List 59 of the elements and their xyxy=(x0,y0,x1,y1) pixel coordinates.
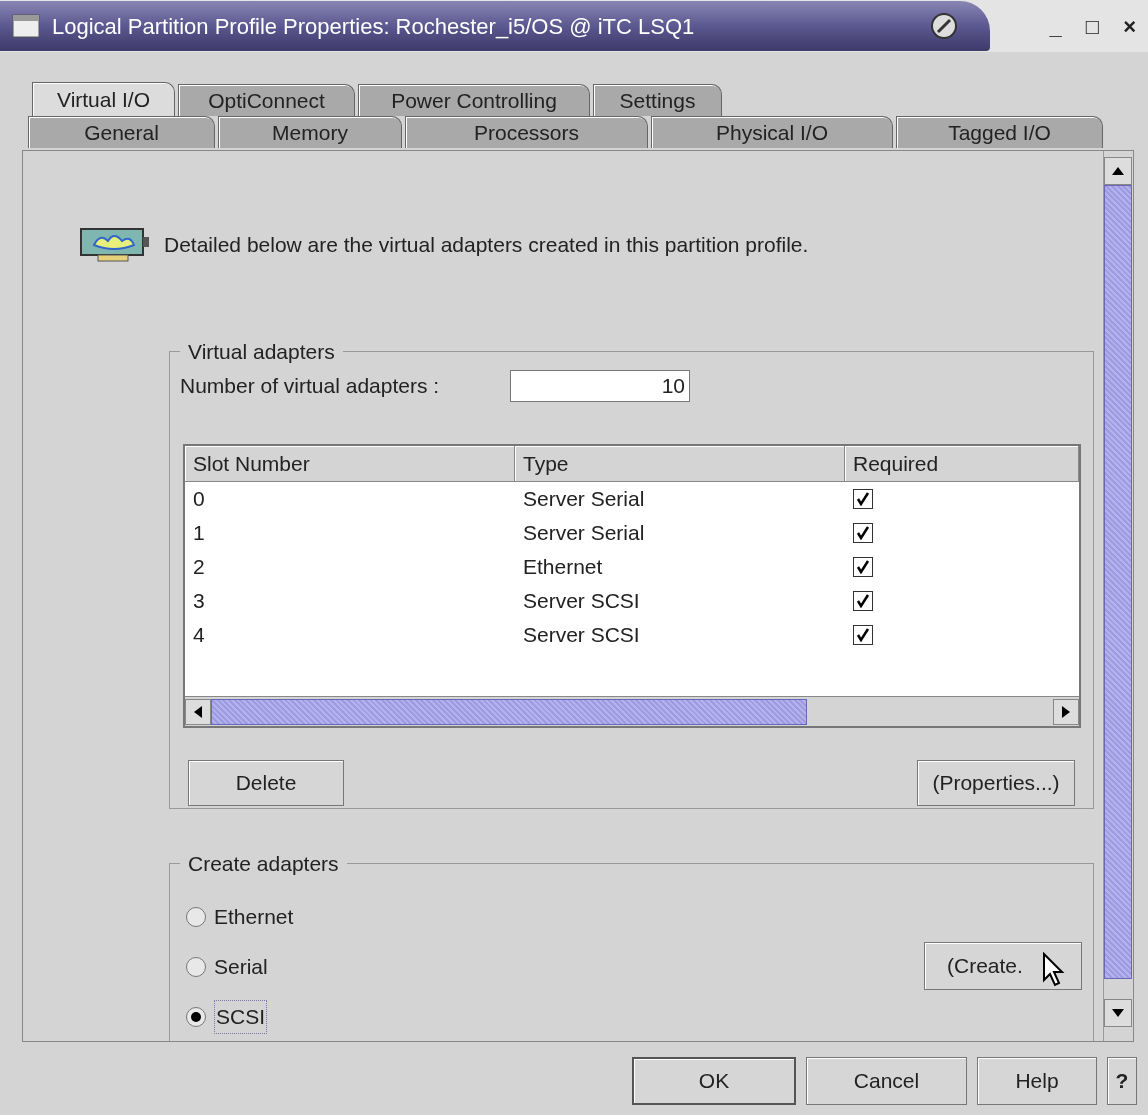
tab[interactable]: Virtual I/O xyxy=(32,82,175,116)
scroll-down-icon[interactable] xyxy=(1104,999,1132,1027)
horizontal-scrollbar[interactable] xyxy=(185,696,1079,726)
column-header[interactable]: Type xyxy=(515,446,845,482)
scroll-up-icon[interactable] xyxy=(1104,157,1132,185)
pin-icon[interactable] xyxy=(930,12,958,40)
column-header[interactable]: Required xyxy=(845,446,1079,482)
tab[interactable]: Physical I/O xyxy=(651,116,893,148)
help-icon-button[interactable]: ? xyxy=(1107,1057,1137,1105)
create-button[interactable]: (Create. xyxy=(924,942,1082,990)
cancel-button[interactable]: Cancel xyxy=(806,1057,967,1105)
table-cell-text: 2 xyxy=(192,554,206,581)
mouse-cursor-icon xyxy=(1042,952,1066,988)
checkbox[interactable] xyxy=(853,489,873,509)
maximize-button[interactable]: □ xyxy=(1085,9,1100,43)
tab[interactable]: OptiConnect xyxy=(178,84,355,116)
tab[interactable]: Power Controlling xyxy=(358,84,590,116)
radio-button[interactable] xyxy=(186,957,206,977)
table-cell-text: 4 xyxy=(192,622,206,649)
window-title: Logical Partition Profile Properties: Rochester_i5/OS @ iTC LSQ1 xyxy=(52,12,695,41)
tab[interactable]: Tagged I/O xyxy=(896,116,1103,148)
ok-button[interactable]: OK xyxy=(632,1057,796,1105)
column-header[interactable]: Slot Number xyxy=(185,446,515,482)
radio-label[interactable]: Serial xyxy=(214,951,268,983)
tab[interactable]: Processors xyxy=(405,116,648,148)
checkbox[interactable] xyxy=(853,523,873,543)
scrollbar-thumb[interactable] xyxy=(1104,185,1132,979)
radio-button[interactable] xyxy=(186,907,206,927)
table-cell-text: Server SCSI xyxy=(522,588,641,615)
help-button[interactable]: Help xyxy=(977,1057,1097,1105)
checkbox[interactable] xyxy=(853,625,873,645)
adapter-card-icon xyxy=(80,227,152,263)
properties-button[interactable]: (Properties...) xyxy=(917,760,1075,806)
checkbox[interactable] xyxy=(853,557,873,577)
radio-label[interactable]: Ethernet xyxy=(214,901,294,933)
table-cell-text: Server Serial xyxy=(522,520,646,547)
scroll-right-icon[interactable] xyxy=(1053,698,1079,725)
tab[interactable]: Memory xyxy=(218,116,402,148)
table-cell-text: Ethernet xyxy=(522,554,604,581)
scrollbar-thumb[interactable] xyxy=(211,698,807,725)
close-button[interactable]: × xyxy=(1123,9,1136,43)
minimize-button[interactable]: _ xyxy=(1049,9,1062,43)
radio-button[interactable] xyxy=(186,1007,206,1027)
table-cell-text: 0 xyxy=(192,486,206,513)
intro-text: Detailed below are the virtual adapters created in this partition profile. xyxy=(164,232,809,259)
scroll-left-icon[interactable] xyxy=(185,698,211,725)
table-cell-text: 3 xyxy=(192,588,206,615)
input-field[interactable]: 10 xyxy=(510,370,690,402)
delete-button[interactable]: Delete xyxy=(188,760,344,806)
checkbox[interactable] xyxy=(853,591,873,611)
radio-label[interactable]: SCSI xyxy=(214,1000,267,1034)
window-icon xyxy=(12,14,40,38)
table-cell-text: Server SCSI xyxy=(522,622,641,649)
tab[interactable]: General xyxy=(28,116,215,148)
table-cell-text: 1 xyxy=(192,520,206,547)
table-cell-text: Server Serial xyxy=(522,486,646,513)
field-label: Number of virtual adapters : xyxy=(180,373,441,400)
vertical-scrollbar[interactable] xyxy=(1103,151,1133,1041)
tab[interactable]: Settings xyxy=(593,84,722,116)
